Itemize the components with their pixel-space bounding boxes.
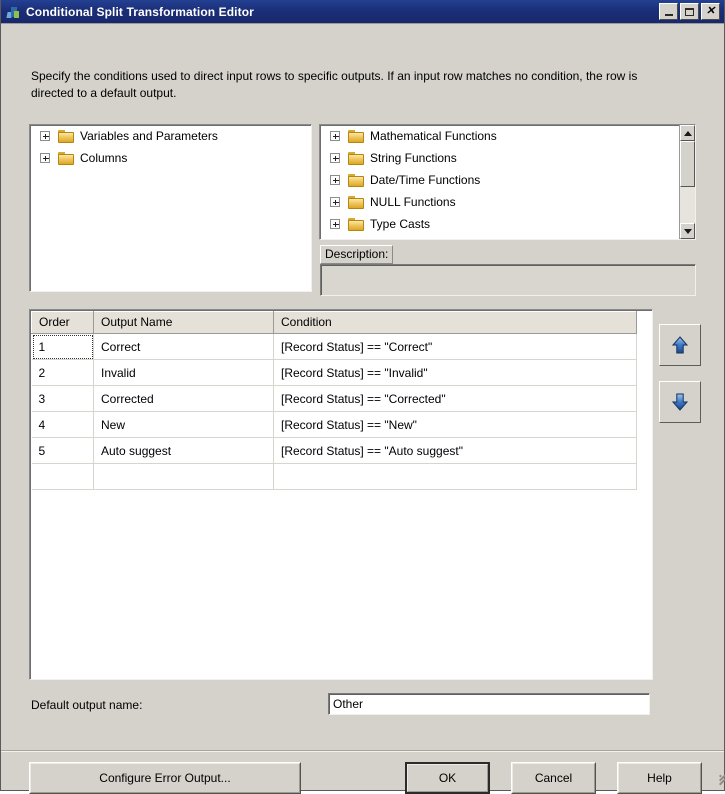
table-row[interactable]: 1 Correct [Record Status] == "Correct" xyxy=(31,333,637,360)
tree-item-label: Mathematical Functions xyxy=(370,129,497,143)
functions-tree[interactable]: Mathematical Functions String Functions … xyxy=(319,124,696,240)
cell-order[interactable]: 2 xyxy=(31,359,94,386)
cell-condition[interactable]: [Record Status] == "Invalid" xyxy=(273,359,637,386)
cell-condition[interactable]: [Record Status] == "Corrected" xyxy=(273,385,637,412)
plus-icon[interactable] xyxy=(330,197,340,207)
folder-icon xyxy=(348,173,364,187)
minimize-icon xyxy=(665,14,673,16)
plus-icon[interactable] xyxy=(40,131,50,141)
cancel-button[interactable]: Cancel xyxy=(511,762,596,794)
cell-order[interactable]: 4 xyxy=(31,411,94,438)
cell-output-name[interactable]: Corrected xyxy=(93,385,274,412)
plus-icon[interactable] xyxy=(330,153,340,163)
tree-item-label: Type Casts xyxy=(370,217,431,231)
table-row[interactable] xyxy=(31,463,637,490)
scroll-down-button[interactable] xyxy=(680,223,695,239)
plus-icon[interactable] xyxy=(330,219,340,229)
description-field xyxy=(320,264,696,296)
scrollbar-track[interactable] xyxy=(680,141,695,223)
cell-output-name[interactable] xyxy=(93,463,274,490)
cell-condition[interactable]: [Record Status] == "New" xyxy=(273,411,637,438)
arrow-down-icon xyxy=(671,393,689,411)
conditions-grid[interactable]: Order Output Name Condition 1 Correct [R… xyxy=(29,309,653,680)
footer-divider xyxy=(1,750,724,752)
move-up-button[interactable] xyxy=(659,324,701,366)
plus-icon[interactable] xyxy=(40,153,50,163)
tree-item-label: Variables and Parameters xyxy=(80,129,218,143)
title-bar: Conditional Split Transformation Editor … xyxy=(1,0,724,24)
tree-item-label: String Functions xyxy=(370,151,457,165)
move-down-button[interactable] xyxy=(659,381,701,423)
table-row[interactable]: 4 New [Record Status] == "New" xyxy=(31,411,637,438)
cell-condition[interactable]: [Record Status] == "Correct" xyxy=(273,333,637,360)
folder-icon xyxy=(58,151,74,165)
plus-icon[interactable] xyxy=(330,131,340,141)
cell-output-name[interactable]: Auto suggest xyxy=(93,437,274,464)
cell-output-name[interactable]: Correct xyxy=(93,333,274,360)
column-header-condition[interactable]: Condition xyxy=(273,311,637,334)
description-label: Description: xyxy=(320,245,394,264)
default-output-name-input[interactable] xyxy=(328,693,650,715)
column-header-order[interactable]: Order xyxy=(31,311,94,334)
help-button[interactable]: Help xyxy=(617,762,702,794)
cell-output-name[interactable]: Invalid xyxy=(93,359,274,386)
functions-tree-list[interactable]: Mathematical Functions String Functions … xyxy=(320,125,679,239)
dialog-body: Specify the conditions used to direct in… xyxy=(1,24,725,794)
cell-order[interactable] xyxy=(31,463,94,490)
minimize-button[interactable] xyxy=(659,3,678,20)
scroll-down-icon xyxy=(683,228,692,234)
tree-item-columns[interactable]: Columns xyxy=(30,147,311,169)
table-row[interactable]: 5 Auto suggest [Record Status] == "Auto … xyxy=(31,437,637,464)
tree-item-mathematical-functions[interactable]: Mathematical Functions xyxy=(320,125,679,147)
scroll-up-icon xyxy=(683,130,692,136)
folder-icon xyxy=(348,129,364,143)
table-row[interactable]: 3 Corrected [Record Status] == "Correcte… xyxy=(31,385,637,412)
default-output-name-label: Default output name: xyxy=(31,698,143,712)
functions-tree-scrollbar[interactable] xyxy=(679,125,695,239)
folder-icon xyxy=(348,195,364,209)
tree-item-label: Columns xyxy=(80,151,128,165)
cell-condition[interactable] xyxy=(273,463,637,490)
resize-grip-icon[interactable] xyxy=(707,774,725,788)
tree-item-null-functions[interactable]: NULL Functions xyxy=(320,191,679,213)
cell-order[interactable]: 5 xyxy=(31,437,94,464)
arrow-up-icon xyxy=(671,336,689,354)
tree-item-date-time-functions[interactable]: Date/Time Functions xyxy=(320,169,679,191)
cell-output-name[interactable]: New xyxy=(93,411,274,438)
variables-columns-tree[interactable]: Variables and Parameters Columns xyxy=(29,124,312,292)
tree-item-label: NULL Functions xyxy=(370,195,456,209)
column-header-output-name[interactable]: Output Name xyxy=(93,311,274,334)
window-controls: ✕ xyxy=(659,3,720,20)
conditions-table: Order Output Name Condition 1 Correct [R… xyxy=(31,311,637,490)
tree-item-label: Date/Time Functions xyxy=(370,173,481,187)
scrollbar-thumb[interactable] xyxy=(680,141,695,187)
folder-icon xyxy=(58,129,74,143)
plus-icon[interactable] xyxy=(330,175,340,185)
instructions-text: Specify the conditions used to direct in… xyxy=(31,69,638,100)
close-button[interactable]: ✕ xyxy=(701,3,720,20)
maximize-button[interactable] xyxy=(680,3,699,20)
table-header-row: Order Output Name Condition xyxy=(31,311,637,334)
window-title: Conditional Split Transformation Editor xyxy=(26,4,254,19)
scroll-up-button[interactable] xyxy=(680,125,695,141)
table-row[interactable]: 2 Invalid [Record Status] == "Invalid" xyxy=(31,359,637,386)
tree-item-string-functions[interactable]: String Functions xyxy=(320,147,679,169)
folder-icon xyxy=(348,217,364,231)
cell-order[interactable]: 1 xyxy=(31,333,94,360)
configure-error-output-button[interactable]: Configure Error Output... xyxy=(29,762,301,794)
split-transform-icon xyxy=(5,4,21,20)
folder-icon xyxy=(348,151,364,165)
tree-item-variables-and-parameters[interactable]: Variables and Parameters xyxy=(30,125,311,147)
tree-item-type-casts[interactable]: Type Casts xyxy=(320,213,679,235)
close-icon: ✕ xyxy=(705,5,716,17)
cell-order[interactable]: 3 xyxy=(31,385,94,412)
maximize-icon xyxy=(685,7,694,16)
ok-button[interactable]: OK xyxy=(405,762,490,794)
dialog-window: Conditional Split Transformation Editor … xyxy=(0,0,725,794)
cell-condition[interactable]: [Record Status] == "Auto suggest" xyxy=(273,437,637,464)
